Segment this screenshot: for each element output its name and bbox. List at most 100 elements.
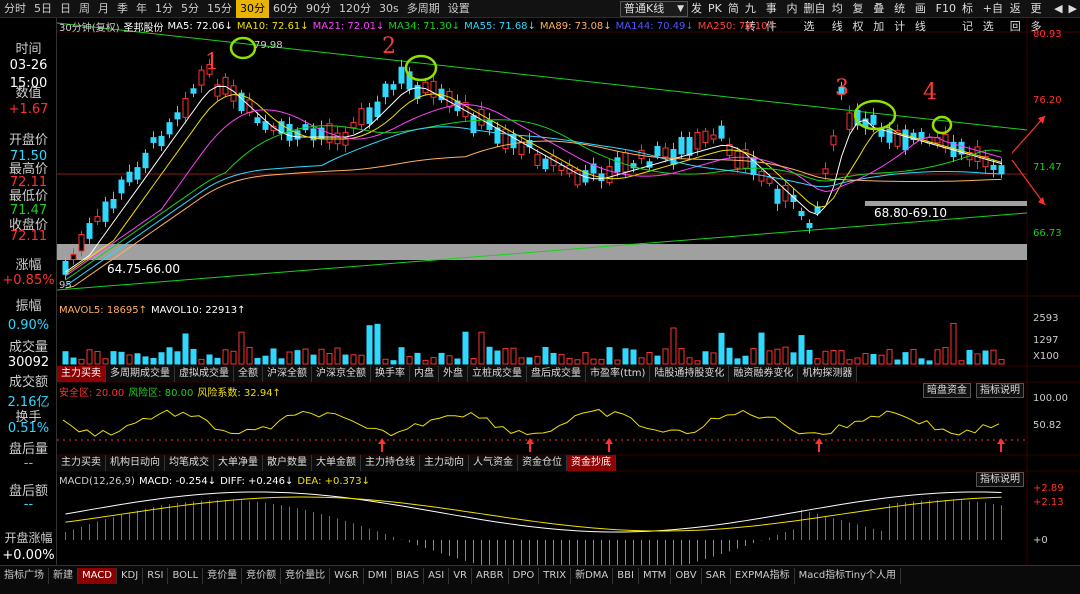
capital-tab-4[interactable]: 散户数量	[263, 455, 312, 471]
indicator-tab-3[interactable]: 全额	[234, 366, 263, 382]
arrow-right-icon[interactable]: ▶	[1066, 0, 1080, 18]
toolbar-button-11[interactable]: 画线	[912, 0, 933, 33]
indicator-tab-12[interactable]: 陆股通持股变化	[650, 366, 730, 382]
volume-bar-99	[854, 357, 861, 365]
capital-tab-1[interactable]: 机构日动向	[106, 455, 165, 471]
toolbar-button-4[interactable]: 事件	[763, 0, 784, 33]
capital-tab-0[interactable]: 主力买卖	[57, 455, 106, 471]
indicator-tab-6[interactable]: 换手率	[371, 366, 410, 382]
indicator-tab-10[interactable]: 盘后成交量	[527, 366, 586, 382]
period-tab-13[interactable]: 120分	[335, 0, 375, 18]
period-tab-14[interactable]: 30s	[375, 0, 403, 18]
period-tab-7[interactable]: 1分	[151, 0, 177, 18]
bottom-tab-10[interactable]: DMI	[364, 568, 393, 584]
bottom-tab-1[interactable]: 新建	[49, 568, 78, 584]
period-tab-5[interactable]: 季	[113, 0, 132, 18]
period-tab-15[interactable]: 多周期	[403, 0, 444, 18]
bottom-tab-22[interactable]: EXPMA指标	[731, 568, 795, 584]
bottom-tab-8[interactable]: 竞价量比	[281, 568, 331, 584]
bottom-tab-12[interactable]: ASI	[424, 568, 450, 584]
period-tab-4[interactable]: 月	[94, 0, 113, 18]
bottom-tab-20[interactable]: OBV	[671, 568, 702, 584]
capital-tab-2[interactable]: 均笔成交	[165, 455, 214, 471]
volume-bar-59	[534, 355, 541, 365]
toolbar-button-9[interactable]: 叠加	[870, 0, 891, 33]
indicator-tab-9[interactable]: 立桩成交量	[468, 366, 527, 382]
toolbar-button-14[interactable]: +自选	[980, 0, 1007, 33]
candle-body-38	[366, 107, 373, 124]
dark-capital-button[interactable]: 暗盘资金	[923, 383, 971, 398]
chevron-down-icon: ▼	[677, 4, 685, 14]
period-tab-12[interactable]: 90分	[302, 0, 335, 18]
bottom-tab-15[interactable]: DPO	[509, 568, 540, 584]
bottom-tab-23[interactable]: Macd指标Tiny个人用	[795, 568, 902, 584]
capital-tab-9[interactable]: 资金仓位	[518, 455, 567, 471]
toolbar-button-8[interactable]: 复权	[849, 0, 870, 33]
kline-type-select[interactable]: 普通K线 ▼	[620, 1, 689, 17]
bottom-tab-21[interactable]: SAR	[702, 568, 731, 584]
indicator-tab-8[interactable]: 外盘	[439, 366, 468, 382]
period-tab-2[interactable]: 日	[56, 0, 75, 18]
bottom-tab-14[interactable]: ARBR	[472, 568, 509, 584]
indicator-tab-1[interactable]: 多周期成交量	[106, 366, 175, 382]
bottom-tab-5[interactable]: BOLL	[168, 568, 204, 584]
period-tab-8[interactable]: 5分	[177, 0, 203, 18]
toolbar-button-5[interactable]: 内	[784, 0, 801, 18]
bottom-tab-3[interactable]: KDJ	[117, 568, 144, 584]
macd-help-button[interactable]: 指标说明	[976, 472, 1024, 487]
bottom-tab-13[interactable]: VR	[449, 568, 473, 584]
volume-bar-25	[262, 355, 269, 365]
volume-legend: MAVOL5: 18695↑ MAVOL10: 22913↑	[59, 303, 245, 317]
more-button[interactable]: 更多	[1028, 0, 1052, 33]
period-tab-16[interactable]: 设置	[444, 0, 474, 18]
arrow-up-line	[1011, 115, 1046, 154]
macd-legend: MACD(12,26,9) MACD: -0.254↓ DIFF: +0.246…	[59, 474, 370, 488]
toolbar-button-13[interactable]: 标记	[959, 0, 980, 33]
period-tab-9[interactable]: 15分	[203, 0, 236, 18]
bottom-tab-11[interactable]: BIAS	[392, 568, 425, 584]
bottom-tab-7[interactable]: 竞价额	[242, 568, 282, 584]
period-tab-6[interactable]: 年	[132, 0, 151, 18]
period-tab-1[interactable]: 5日	[30, 0, 56, 18]
period-tab-3[interactable]: 周	[75, 0, 94, 18]
toolbar-button-3[interactable]: 九转	[742, 0, 763, 33]
capital-tab-3[interactable]: 大单净量	[214, 455, 263, 471]
period-tab-11[interactable]: 60分	[269, 0, 302, 18]
capital-tab-5[interactable]: 大单金额	[312, 455, 361, 471]
bottom-tab-16[interactable]: TRIX	[539, 568, 572, 584]
toolbar-button-2[interactable]: 简	[725, 0, 742, 18]
bottom-tab-0[interactable]: 指标广场	[0, 568, 49, 584]
indicator-tab-0[interactable]: 主力买卖	[57, 366, 106, 382]
capital-tab-10[interactable]: 资金抄底	[567, 455, 616, 471]
indicator-tab-4[interactable]: 沪深全额	[263, 366, 312, 382]
indicator-tab-2[interactable]: 虚拟成交量	[175, 366, 234, 382]
toolbar-button-15[interactable]: 返回	[1007, 0, 1028, 33]
bottom-tab-4[interactable]: RSI	[143, 568, 169, 584]
indicator-tab-13[interactable]: 融资融券变化	[729, 366, 799, 382]
bottom-tab-2[interactable]: MACD	[78, 568, 117, 584]
bottom-tab-19[interactable]: MTM	[639, 568, 672, 584]
toolbar-button-12[interactable]: F10	[933, 0, 959, 18]
toolbar-button-1[interactable]: PK	[705, 0, 725, 18]
indicator-tab-5[interactable]: 沪深京全额	[312, 366, 371, 382]
toolbar-button-0[interactable]: 发	[688, 0, 705, 18]
candle-body-96	[830, 135, 837, 146]
period-tab-0[interactable]: 分时	[0, 0, 30, 18]
bottom-tab-6[interactable]: 竞价量	[203, 568, 243, 584]
bottom-tab-9[interactable]: W&R	[330, 568, 364, 584]
bottom-tab-17[interactable]: 新DMA	[571, 568, 614, 584]
indicator-tab-7[interactable]: 内盘	[410, 366, 439, 382]
indicator-tab-14[interactable]: 机构探测器	[798, 366, 858, 382]
toolbar-button-7[interactable]: 均线	[829, 0, 850, 33]
toolbar-button-10[interactable]: 统计	[891, 0, 912, 33]
volume-bar-73	[646, 351, 653, 365]
capital-tab-7[interactable]: 主力动向	[420, 455, 469, 471]
arrow-left-icon[interactable]: ◀	[1051, 0, 1065, 18]
indicator-tab-11[interactable]: 市盈率(ttm)	[586, 366, 651, 382]
period-tab-10[interactable]: 30分	[236, 0, 269, 18]
capital-tab-8[interactable]: 人气资金	[469, 455, 518, 471]
bottom-tab-18[interactable]: BBI	[613, 568, 639, 584]
capital-tab-6[interactable]: 主力持仓线	[361, 455, 420, 471]
toolbar-button-6[interactable]: 删自选	[801, 0, 829, 33]
indicator-help-button[interactable]: 指标说明	[976, 383, 1024, 398]
